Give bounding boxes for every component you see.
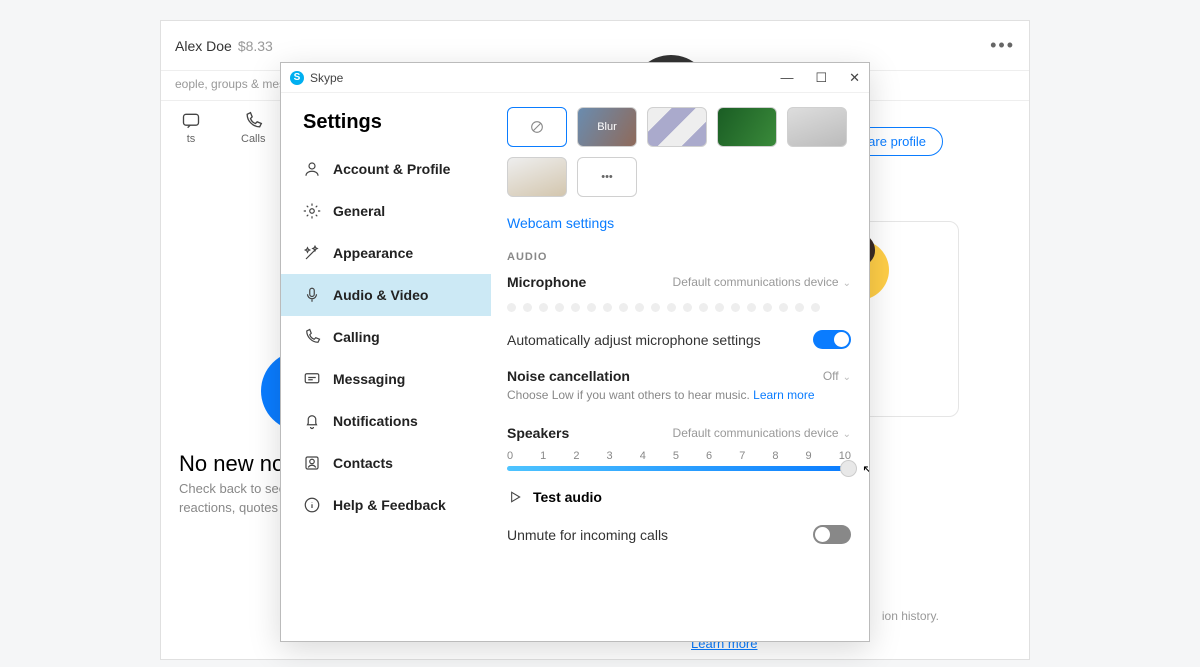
webcam-settings-link[interactable]: Webcam settings [507,215,614,231]
skype-icon: S [290,71,304,85]
noise-learn-more-link[interactable]: Learn more [753,388,814,402]
minimize-button[interactable]: — [780,70,793,86]
contacts-icon [303,454,321,472]
phone-icon [303,328,321,346]
bg-tile-3[interactable] [647,107,707,147]
bg-tile-6[interactable] [507,157,567,197]
sidebar-item-appearance[interactable]: Appearance [281,232,491,274]
maximize-button[interactable]: ☐ [815,70,827,86]
sidebar-item-account[interactable]: Account & Profile [281,148,491,190]
sidebar-item-contacts[interactable]: Contacts [281,442,491,484]
bg-tile-5[interactable] [787,107,847,147]
gear-icon [303,202,321,220]
audio-section-header: AUDIO [507,251,867,263]
dialog-title: Skype [310,71,343,85]
noise-cancel-label: Noise cancellation [507,368,630,384]
unmute-toggle[interactable] [813,525,851,544]
bg-more-tile[interactable]: ••• [577,157,637,197]
background-effect-row: Blur ••• [507,107,867,197]
mic-level-meter [507,303,867,312]
bg-blur-tile[interactable]: Blur [577,107,637,147]
tab-chats[interactable]: ts [181,111,201,145]
wand-icon [303,244,321,262]
user-name[interactable]: Alex Doe [175,38,232,54]
balance[interactable]: $8.33 [238,38,273,54]
tab-calls[interactable]: Calls [241,111,265,145]
test-audio-button[interactable]: Test audio [507,489,867,505]
bell-icon [303,412,321,430]
noise-cancel-select[interactable]: Off⌄ [823,367,851,385]
phone-icon [243,111,263,131]
cursor-icon: ↖ [862,462,869,478]
person-icon [303,160,321,178]
sidebar-item-general[interactable]: General [281,190,491,232]
sidebar-item-audio-video[interactable]: Audio & Video [281,274,491,316]
play-icon [507,489,523,505]
slider-ticks: 012345678910 [507,450,851,462]
speakers-label: Speakers [507,425,569,441]
sidebar-item-calling[interactable]: Calling [281,316,491,358]
settings-sidebar: Settings Account & Profile General Appea… [281,93,491,641]
chat-icon [181,111,201,131]
info-icon [303,496,321,514]
settings-dialog: S Skype — ☐ ✕ Settings Account & Profile… [280,62,870,642]
sidebar-item-help[interactable]: Help & Feedback [281,484,491,526]
history-text: ion history. [882,609,939,623]
message-icon [303,370,321,388]
auto-adjust-toggle[interactable] [813,330,851,349]
speaker-volume-slider[interactable]: 012345678910 ↖ [507,450,851,471]
microphone-device-select[interactable]: Default communications device⌄ [673,273,851,291]
microphone-icon [303,286,321,304]
sidebar-item-messaging[interactable]: Messaging [281,358,491,400]
unmute-label: Unmute for incoming calls [507,527,668,543]
bg-none-tile[interactable] [507,107,567,147]
noise-cancel-hint: Choose Low if you want others to hear mu… [507,388,867,402]
sidebar-heading: Settings [281,111,491,148]
settings-panel: Blur ••• Webcam settings AUDIO Microphon… [491,93,869,641]
speakers-device-select[interactable]: Default communications device⌄ [673,424,851,442]
dialog-titlebar: S Skype — ☐ ✕ [281,63,869,93]
more-icon[interactable]: ••• [990,35,1015,56]
sidebar-item-notifications[interactable]: Notifications [281,400,491,442]
close-button[interactable]: ✕ [849,70,860,86]
slider-thumb[interactable] [840,460,857,477]
microphone-label: Microphone [507,274,586,290]
auto-adjust-label: Automatically adjust microphone settings [507,332,761,348]
bg-tile-4[interactable] [717,107,777,147]
